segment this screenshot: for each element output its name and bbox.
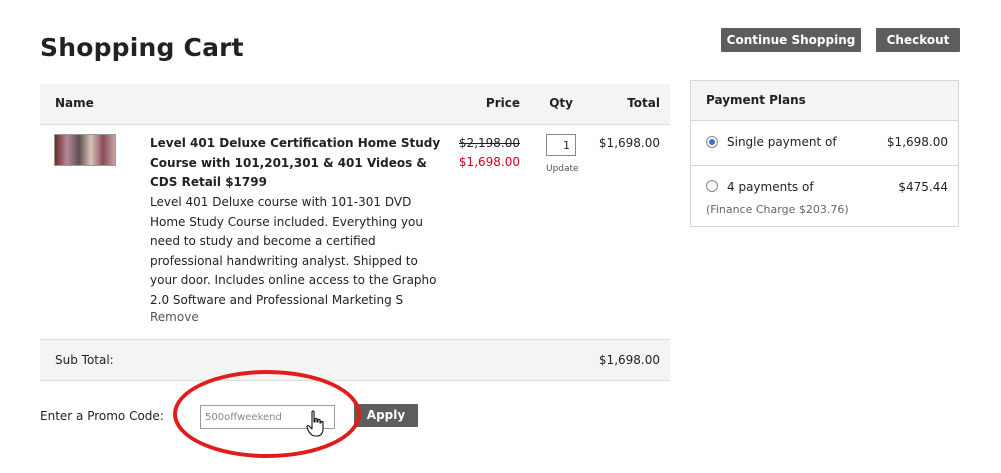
finance-charge-note: (Finance Charge $203.76)	[706, 203, 849, 216]
plan-amount: $1,698.00	[886, 135, 948, 149]
cart-table-header: Name Price Qty Total	[40, 84, 670, 125]
product-title: Level 401 Deluxe Certification Home Stud…	[150, 136, 441, 189]
subtotal-row: Sub Total: $1,698.00	[40, 339, 670, 381]
quantity-input[interactable]	[546, 134, 576, 156]
column-name: Name	[55, 96, 94, 110]
radio-four-payments[interactable]	[706, 180, 718, 192]
promo-code-label: Enter a Promo Code:	[40, 409, 164, 423]
original-price: $2,198.00	[458, 136, 520, 150]
column-price: Price	[485, 96, 520, 110]
subtotal-value: $1,698.00	[598, 353, 660, 367]
sale-price: $1,698.00	[458, 155, 520, 169]
apply-button[interactable]: Apply	[354, 404, 418, 427]
plan-option-single[interactable]: Single payment of $1,698.00	[691, 121, 958, 165]
checkout-button[interactable]: Checkout	[876, 28, 960, 52]
continue-shopping-button[interactable]: Continue Shopping	[721, 28, 861, 52]
product-description: Level 401 Deluxe course with 101-301 DVD…	[150, 195, 437, 307]
plan-label: 4 payments of	[727, 180, 814, 194]
radio-single-payment[interactable]	[706, 136, 718, 148]
plan-amount: $475.44	[898, 180, 948, 194]
payment-plans-header: Payment Plans	[691, 81, 958, 121]
line-total: $1,698.00	[598, 136, 660, 150]
payment-plans-panel: Payment Plans Single payment of $1,698.0…	[690, 80, 959, 227]
payment-plans-title: Payment Plans	[706, 93, 806, 107]
column-qty: Qty	[549, 96, 573, 110]
plan-label: Single payment of	[727, 135, 837, 149]
product-thumbnail[interactable]	[54, 134, 116, 166]
hand-pointer-icon	[306, 410, 324, 437]
plan-option-installments[interactable]: 4 payments of $475.44 (Finance Charge $2…	[691, 166, 958, 226]
remove-link[interactable]: Remove	[150, 310, 199, 324]
update-link[interactable]: Update	[546, 164, 579, 174]
page-title: Shopping Cart	[40, 33, 244, 62]
subtotal-label: Sub Total:	[55, 353, 114, 367]
column-total: Total	[627, 96, 660, 110]
